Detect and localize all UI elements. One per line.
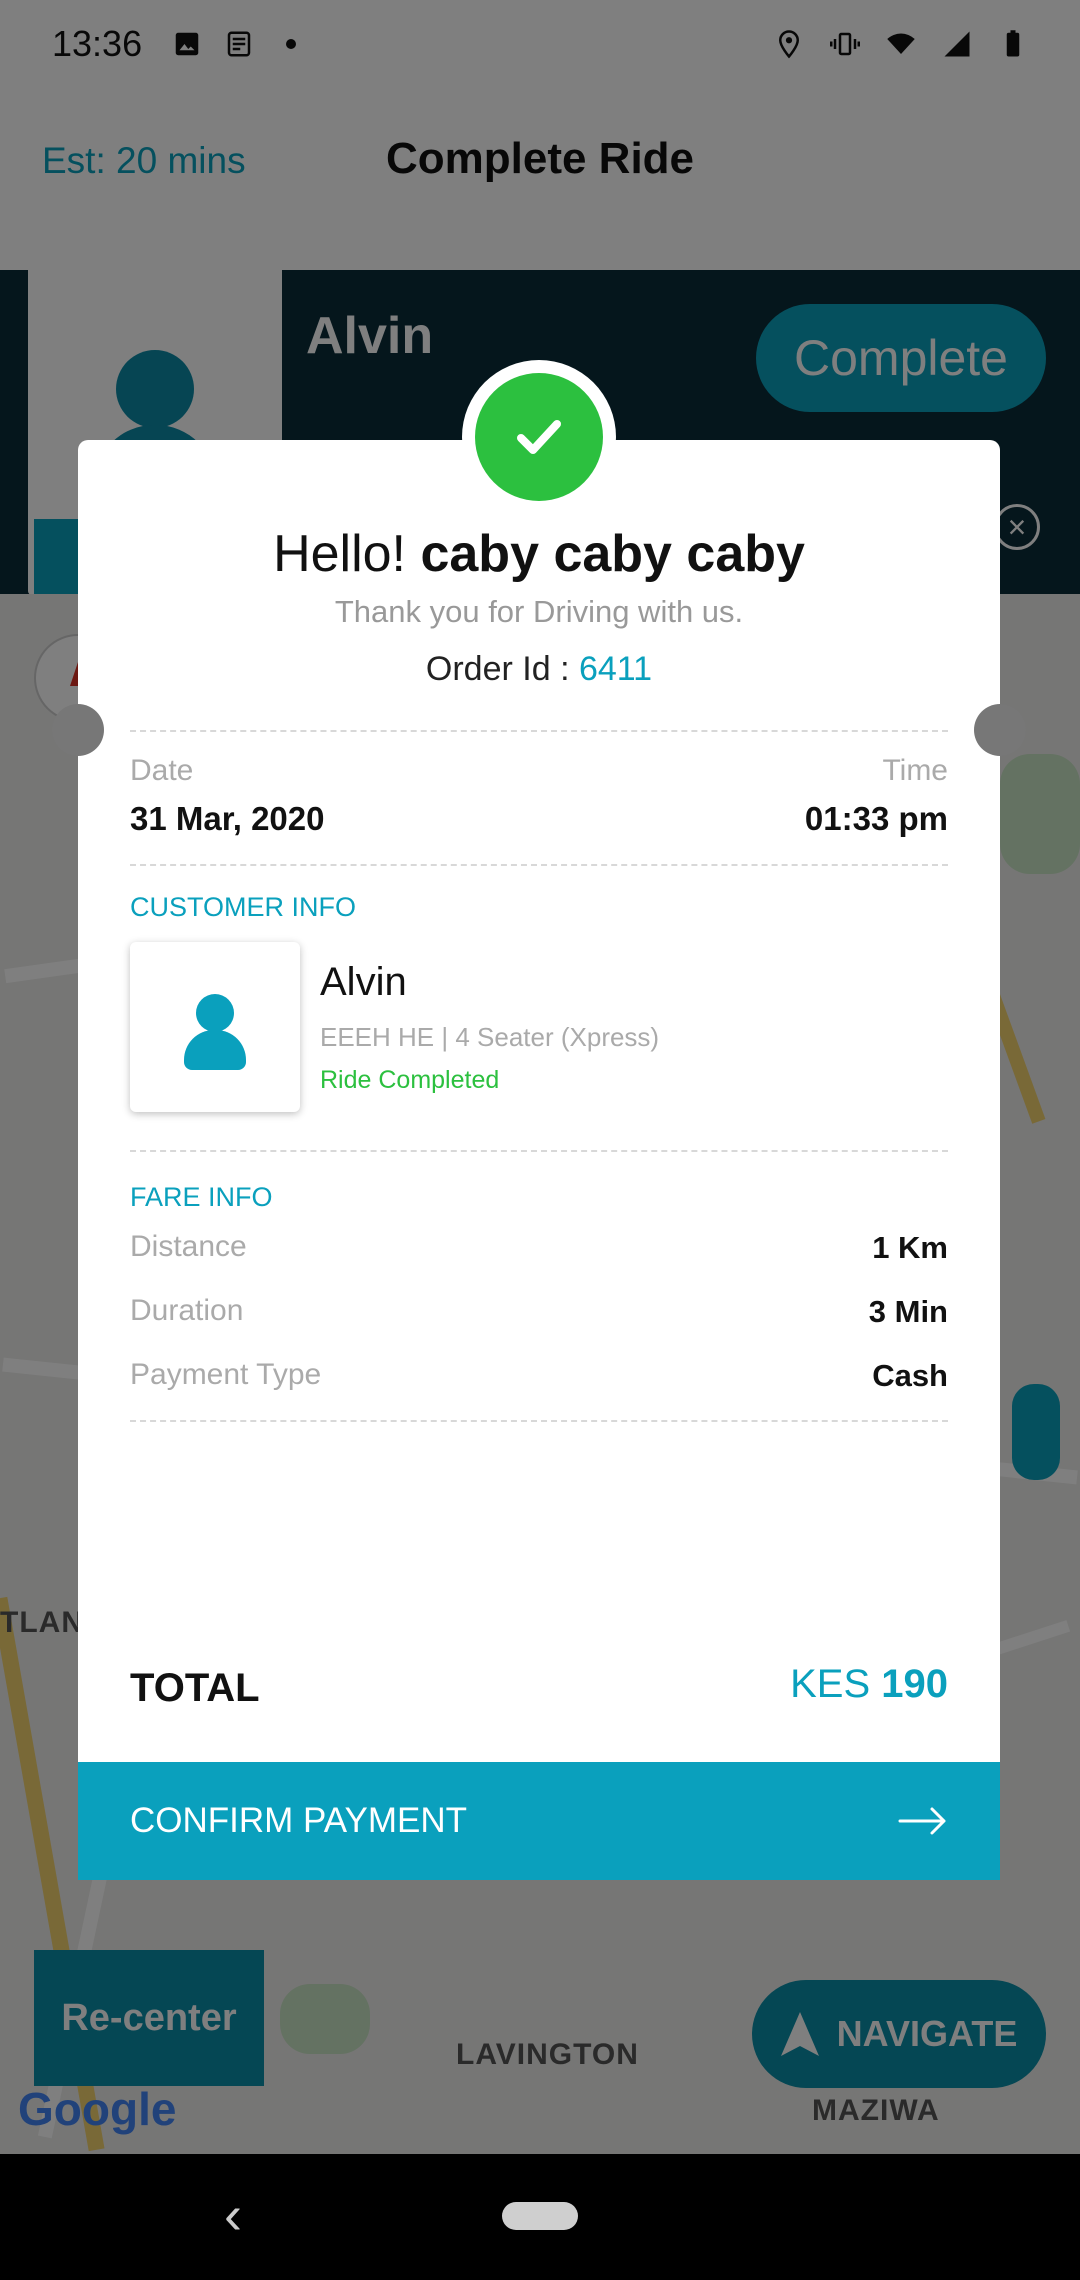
- greeting: Hello! caby caby caby: [78, 524, 1000, 584]
- success-circle: [475, 373, 603, 501]
- time-value: 01:33 pm: [804, 800, 948, 837]
- fare-label: Payment Type: [130, 1358, 322, 1391]
- total-label: TOTAL: [130, 1666, 260, 1710]
- thanks-message: Thank you for Driving with us.: [334, 594, 744, 629]
- system-nav-bar: ‹: [0, 2154, 1080, 2280]
- customer-name: Alvin: [320, 960, 407, 1004]
- customer-vehicle: EEEH HE | 4 Seater (Xpress): [320, 1022, 660, 1052]
- user-name: caby caby caby: [420, 525, 805, 583]
- ticket-notch-left: [52, 704, 104, 756]
- ride-status: Ride Completed: [320, 1066, 500, 1094]
- success-badge: [462, 360, 616, 514]
- divider: [130, 1420, 948, 1422]
- back-icon[interactable]: ‹: [224, 2184, 242, 2246]
- fare-label: Duration: [130, 1294, 244, 1327]
- divider: [130, 864, 948, 866]
- checkmark-icon: [517, 420, 561, 454]
- confirm-payment-label: CONFIRM PAYMENT: [130, 1801, 468, 1840]
- divider: [130, 730, 948, 732]
- avatar-head-shape: [196, 994, 234, 1032]
- fare-label: Distance: [130, 1230, 247, 1263]
- order-id-value: 6411: [578, 650, 653, 688]
- fare-value: 1 Km: [872, 1230, 948, 1265]
- fare-row-distance: Distance 1 Km: [130, 1230, 948, 1274]
- order-id-line: Order Id : 6411: [78, 650, 1000, 689]
- total-value: KES 190: [790, 1662, 948, 1707]
- fare-row-payment-type: Payment Type Cash: [130, 1358, 948, 1402]
- fare-value: Cash: [872, 1358, 948, 1393]
- currency: KES: [790, 1662, 871, 1706]
- customer-info-heading: CUSTOMER INFO: [130, 892, 357, 922]
- total-amount: 190: [881, 1662, 948, 1706]
- divider: [130, 1150, 948, 1152]
- time-label: Time: [882, 754, 948, 787]
- avatar-body-shape: [184, 1030, 246, 1070]
- ride-summary-dialog: Hello! caby caby caby Thank you for Driv…: [52, 360, 1026, 1880]
- fare-info-heading: FARE INFO: [130, 1182, 273, 1212]
- customer-avatar: [130, 942, 300, 1112]
- confirm-payment-button[interactable]: CONFIRM PAYMENT: [78, 1762, 1000, 1880]
- fare-value: 3 Min: [868, 1294, 948, 1329]
- greeting-word: Hello!: [273, 525, 407, 583]
- date-value: 31 Mar, 2020: [130, 800, 325, 837]
- arrow-right-icon: [898, 1807, 946, 1835]
- ticket-notch-right: [974, 704, 1026, 756]
- order-id-label: Order Id :: [425, 650, 570, 688]
- home-pill-icon[interactable]: [502, 2202, 578, 2230]
- date-label: Date: [130, 754, 194, 787]
- fare-row-duration: Duration 3 Min: [130, 1294, 948, 1338]
